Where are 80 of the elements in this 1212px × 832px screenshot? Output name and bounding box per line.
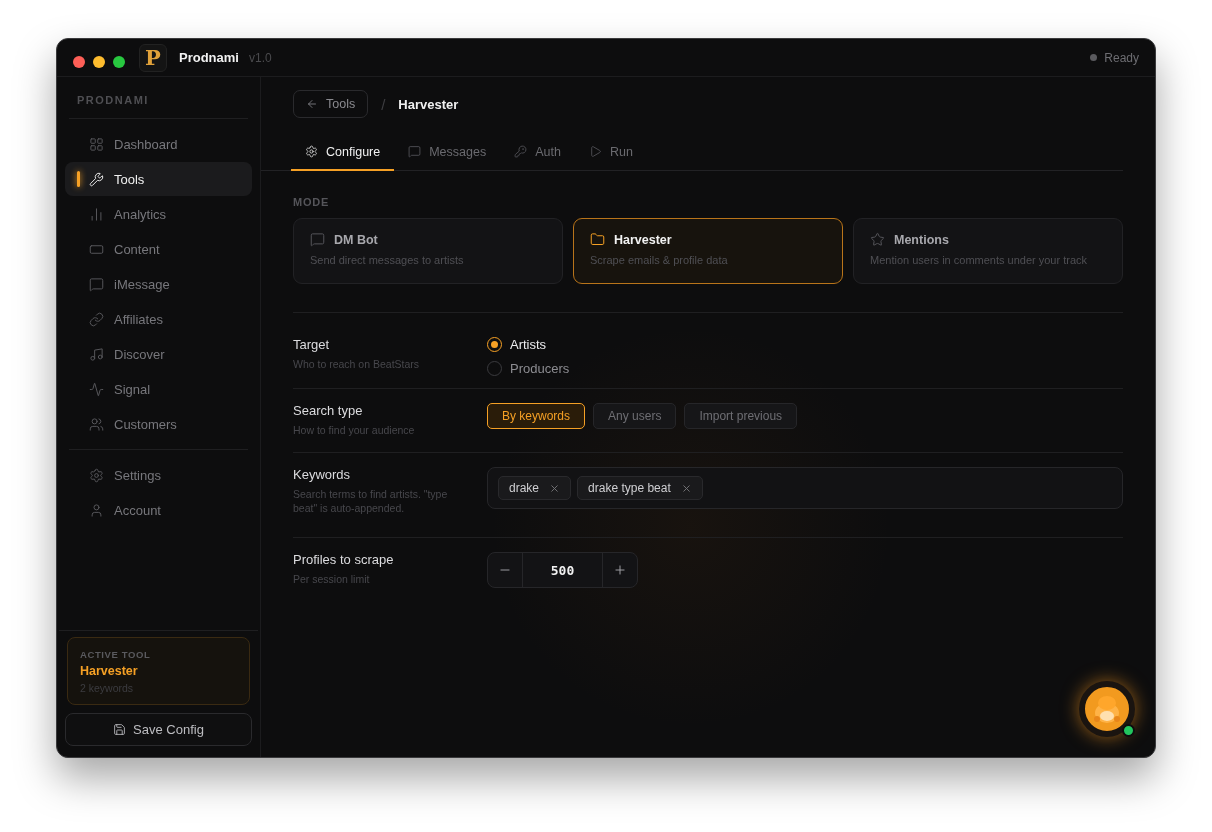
- tab[interactable]: Configure: [291, 134, 395, 171]
- wrench-icon: [89, 171, 104, 187]
- radio-label[interactable]: Artists: [510, 337, 547, 352]
- app-name: Prodnami: [179, 50, 239, 65]
- minimize-button[interactable]: [93, 55, 105, 68]
- setting-label: Keywords: [293, 467, 352, 482]
- app-logo: P: [139, 43, 167, 72]
- section-heading: MODE: [293, 196, 331, 208]
- star-icon: [870, 232, 885, 247]
- setting-description: Who to reach on BeatStars: [293, 357, 421, 371]
- bar-chart-icon: [89, 206, 104, 222]
- card-description: Send direct messages to artists: [310, 254, 465, 266]
- plus-icon: [613, 563, 627, 577]
- keywords-field[interactable]: drake drake type beat: [487, 467, 1123, 509]
- nav-item[interactable]: Tools: [65, 162, 252, 196]
- setting-label: Search type: [293, 403, 364, 418]
- chat-bubble-icon: [89, 276, 104, 292]
- active-indicator: [77, 171, 80, 187]
- nav-item[interactable]: Discover: [65, 337, 252, 371]
- mode-card[interactable]: DM Bot Send direct messages to artists: [293, 218, 563, 284]
- keyword-tag: drake type beat: [577, 476, 703, 500]
- card-title: Mentions: [894, 232, 949, 247]
- gear-icon: [305, 145, 318, 158]
- nav-item[interactable]: Settings: [65, 458, 252, 492]
- arrow-left-icon: [306, 98, 318, 110]
- assistant-button[interactable]: [1079, 681, 1135, 737]
- link-icon: [89, 311, 104, 327]
- nav-item[interactable]: Customers: [65, 407, 252, 441]
- setting-description: Per session limit: [293, 572, 371, 586]
- users-icon: [89, 416, 104, 432]
- nav-item[interactable]: Affiliates: [65, 302, 252, 336]
- chat-bubble-icon: [408, 145, 422, 158]
- card-label: ACTIVE TOOL: [80, 649, 152, 660]
- setting-description: How to find your audience: [293, 423, 416, 437]
- card-title: Harvester: [614, 232, 672, 247]
- nav-item[interactable]: Dashboard: [65, 127, 252, 161]
- tab[interactable]: Messages: [394, 134, 501, 171]
- setting-label: Profiles to scrape: [293, 552, 395, 567]
- keyword-tag: drake: [498, 476, 572, 500]
- chat-bubble-icon: [310, 232, 325, 247]
- status-dot: [1090, 54, 1098, 61]
- nav-item[interactable]: iMessage: [65, 267, 252, 301]
- settings-icon: [89, 467, 104, 483]
- sidebar-heading: PRODNAMI: [76, 93, 150, 108]
- folder-icon: [590, 232, 605, 247]
- nav-item[interactable]: Analytics: [65, 197, 252, 231]
- maximize-button[interactable]: [113, 55, 125, 68]
- tab[interactable]: Run: [574, 134, 647, 171]
- tab[interactable]: Auth: [500, 134, 575, 171]
- breadcrumb-current: Harvester: [398, 96, 459, 112]
- grid-icon: [89, 136, 104, 152]
- stepper-value[interactable]: 500: [522, 553, 603, 587]
- remove-icon[interactable]: [680, 482, 692, 494]
- pulse-icon: [89, 381, 104, 397]
- back-button[interactable]: Tools: [293, 90, 369, 118]
- option-button[interactable]: Any users: [593, 403, 677, 429]
- music-note-icon: [89, 346, 104, 362]
- key-icon: [514, 145, 528, 158]
- setting-label: Target: [293, 337, 331, 352]
- nav-item[interactable]: Account: [65, 493, 252, 527]
- radio-label[interactable]: Producers: [510, 361, 570, 376]
- user-icon: [89, 502, 104, 518]
- option-button[interactable]: Import previous: [684, 403, 798, 429]
- play-icon: [588, 145, 602, 158]
- mode-card[interactable]: Mentions Mention users in comments under your track: [853, 218, 1123, 284]
- creature-icon: [1091, 694, 1123, 724]
- close-button[interactable]: [73, 55, 85, 68]
- remove-icon[interactable]: [549, 482, 561, 494]
- card-description: Mention users in comments under your track: [870, 254, 1089, 266]
- option-button[interactable]: By keywords: [487, 403, 586, 429]
- tool-name: Harvester: [80, 664, 139, 678]
- nav-item[interactable]: Content: [65, 232, 252, 266]
- nav-item[interactable]: Signal: [65, 372, 252, 406]
- version-label: v1.0: [248, 50, 272, 65]
- save-button[interactable]: Save Config: [65, 713, 252, 746]
- status-text: Ready: [1104, 50, 1139, 65]
- mode-card[interactable]: Harvester Scrape emails & profile data: [573, 218, 843, 284]
- card-title: DM Bot: [334, 232, 378, 247]
- breadcrumb-separator: /: [381, 95, 386, 113]
- card-description: Scrape emails & profile data: [590, 254, 729, 266]
